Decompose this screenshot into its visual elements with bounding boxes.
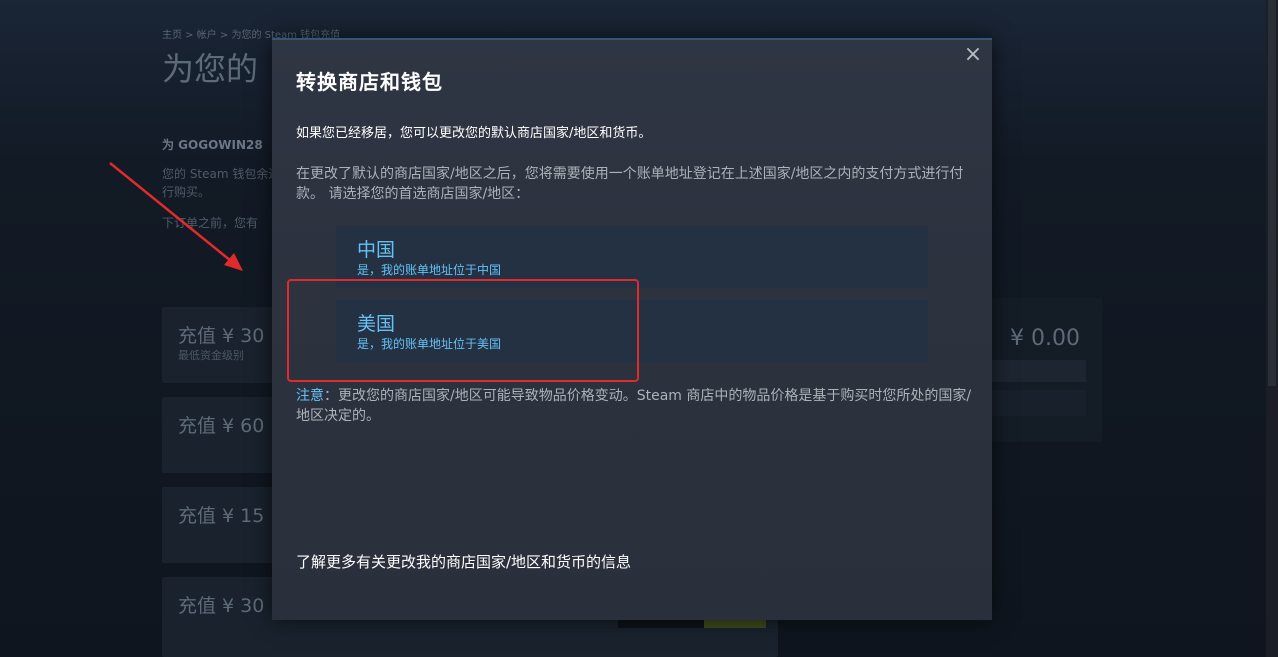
country-name: 中国	[357, 239, 396, 261]
add-funds-amount: 充值 ¥ 60	[178, 415, 265, 437]
red-highlight-box	[287, 279, 639, 382]
learn-more-link[interactable]: 了解更多有关更改我的商店国家/地区和货币的信息	[296, 551, 631, 572]
country-confirmation: 是，我的账单地址位于中国	[357, 263, 502, 277]
dialog-instructions: 在更改了默认的商店国家/地区之后，您将需要使用一个账单地址登记在上述国家/地区之…	[296, 166, 964, 202]
dialog-title: 转换商店和钱包	[296, 70, 443, 94]
add-funds-amount: 充值 ¥ 15	[178, 505, 265, 527]
add-funds-sub: 最低资金级别	[178, 349, 244, 362]
note-text: ：更改您的商店国家/地区可能导致物品价格变动。Steam 商店中的物品价格是基于…	[296, 388, 972, 424]
scrollbar[interactable]	[1266, 0, 1278, 657]
add-funds-amount: 充值 ¥ 30	[178, 325, 265, 347]
scrollbar-thumb[interactable]	[1268, 0, 1276, 386]
change-store-dialog: × 转换商店和钱包 如果您已经移居，您可以更改您的默认商店国家/地区和货币。 在…	[272, 38, 992, 620]
add-funds-amount: 充值 ¥ 30	[178, 595, 265, 617]
wallet-total-panel: ¥ 0.00	[992, 298, 1102, 442]
dialog-top-border	[272, 38, 992, 40]
panel-bar	[992, 390, 1086, 416]
red-arrow-icon	[109, 162, 243, 271]
close-icon[interactable]: ×	[962, 44, 984, 66]
account-name: 为 GOGOWIN28	[162, 138, 263, 152]
dialog-intro: 如果您已经移居，您可以更改您的默认商店国家/地区和货币。	[296, 126, 652, 141]
page-title: 为您的	[162, 50, 259, 88]
wallet-total: ¥ 0.00	[1010, 326, 1080, 351]
price-change-note: 注意：更改您的商店国家/地区可能导致物品价格变动。Steam 商店中的物品价格是…	[296, 386, 976, 426]
note-label: 注意	[296, 388, 324, 404]
panel-bar	[992, 360, 1086, 382]
